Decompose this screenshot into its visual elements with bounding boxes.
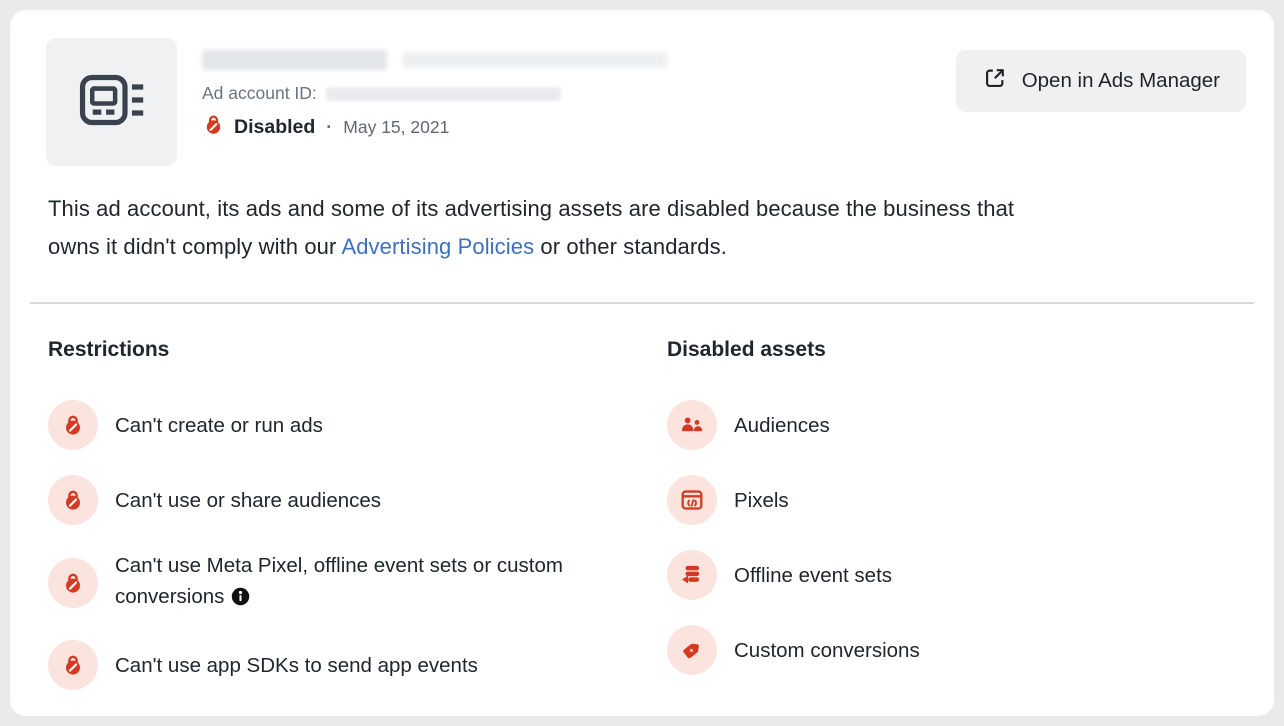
lock-icon [48, 640, 98, 690]
disabled-asset-label: Custom conversions [734, 635, 920, 666]
restriction-item: Can't use or share audiences [48, 475, 667, 525]
ad-account-icon-box [46, 38, 177, 166]
info-icon[interactable] [231, 584, 250, 615]
account-name-redacted [202, 42, 702, 78]
restriction-label: Can't use or share audiences [115, 485, 381, 516]
panel-header: Ad account ID: Disabled · May 15, 2021 [10, 10, 1274, 166]
restriction-item: Can't create or run ads [48, 400, 667, 450]
lock-icon [48, 558, 98, 608]
description-line-2: owns it didn't comply with our Advertisi… [48, 228, 1238, 266]
external-link-icon [982, 65, 1008, 97]
description-text: This ad account, its ads and some of its… [48, 196, 1014, 221]
disabled-asset-item: Custom conversions [667, 625, 1238, 675]
disabled-description: This ad account, its ads and some of its… [48, 190, 1238, 266]
disabled-asset-label: Audiences [734, 410, 830, 441]
ad-account-id-row: Ad account ID: [202, 83, 956, 104]
disabled-asset-item: Pixels [667, 475, 1238, 525]
restriction-label-text: Can't use Meta Pixel, offline event sets… [115, 554, 563, 608]
offline-event-sets-icon [667, 550, 717, 600]
ad-account-id-label: Ad account ID: [202, 83, 317, 104]
restriction-item: Can't use app SDKs to send app events [48, 640, 667, 690]
disabled-asset-item: Offline event sets [667, 550, 1238, 600]
disabled-assets-heading: Disabled assets [667, 338, 1238, 362]
restriction-item: Can't use Meta Pixel, offline event sets… [48, 550, 667, 615]
open-in-ads-manager-button[interactable]: Open in Ads Manager [956, 50, 1246, 112]
restrictions-heading: Restrictions [48, 338, 667, 362]
custom-conversions-icon [667, 625, 717, 675]
disabled-asset-label: Pixels [734, 485, 789, 516]
ad-account-panel: Ad account ID: Disabled · May 15, 2021 [10, 10, 1274, 716]
description-text: owns it didn't comply with our [48, 234, 341, 259]
description-line-1: This ad account, its ads and some of its… [48, 190, 1238, 228]
audiences-icon [667, 400, 717, 450]
restrictions-column: Restrictions Can't create or run ads Can… [48, 338, 667, 715]
description-text: or other standards. [534, 234, 727, 259]
disabled-assets-column: Disabled assets Audiences [667, 338, 1238, 715]
restriction-label: Can't use Meta Pixel, offline event sets… [115, 550, 597, 615]
restriction-label: Can't create or run ads [115, 410, 323, 441]
redaction-bar [402, 52, 667, 68]
account-title-block: Ad account ID: Disabled · May 15, 2021 [202, 38, 956, 141]
redaction-bar [202, 50, 387, 70]
lock-icon [48, 400, 98, 450]
pixels-icon [667, 475, 717, 525]
status-date: May 15, 2021 [343, 117, 449, 138]
ad-account-id-redacted [326, 87, 561, 101]
details-columns: Restrictions Can't create or run ads Can… [10, 304, 1274, 715]
disabled-asset-label: Offline event sets [734, 560, 892, 591]
restriction-label: Can't use app SDKs to send app events [115, 650, 478, 681]
status-row: Disabled · May 15, 2021 [202, 113, 956, 141]
ad-account-icon [79, 74, 145, 131]
advertising-policies-link[interactable]: Advertising Policies [341, 234, 534, 259]
disabled-lock-icon [202, 113, 225, 141]
open-button-label: Open in Ads Manager [1022, 69, 1220, 93]
disabled-asset-item: Audiences [667, 400, 1238, 450]
status-badge: Disabled [234, 116, 315, 139]
separator-dot: · [326, 117, 332, 138]
lock-icon [48, 475, 98, 525]
